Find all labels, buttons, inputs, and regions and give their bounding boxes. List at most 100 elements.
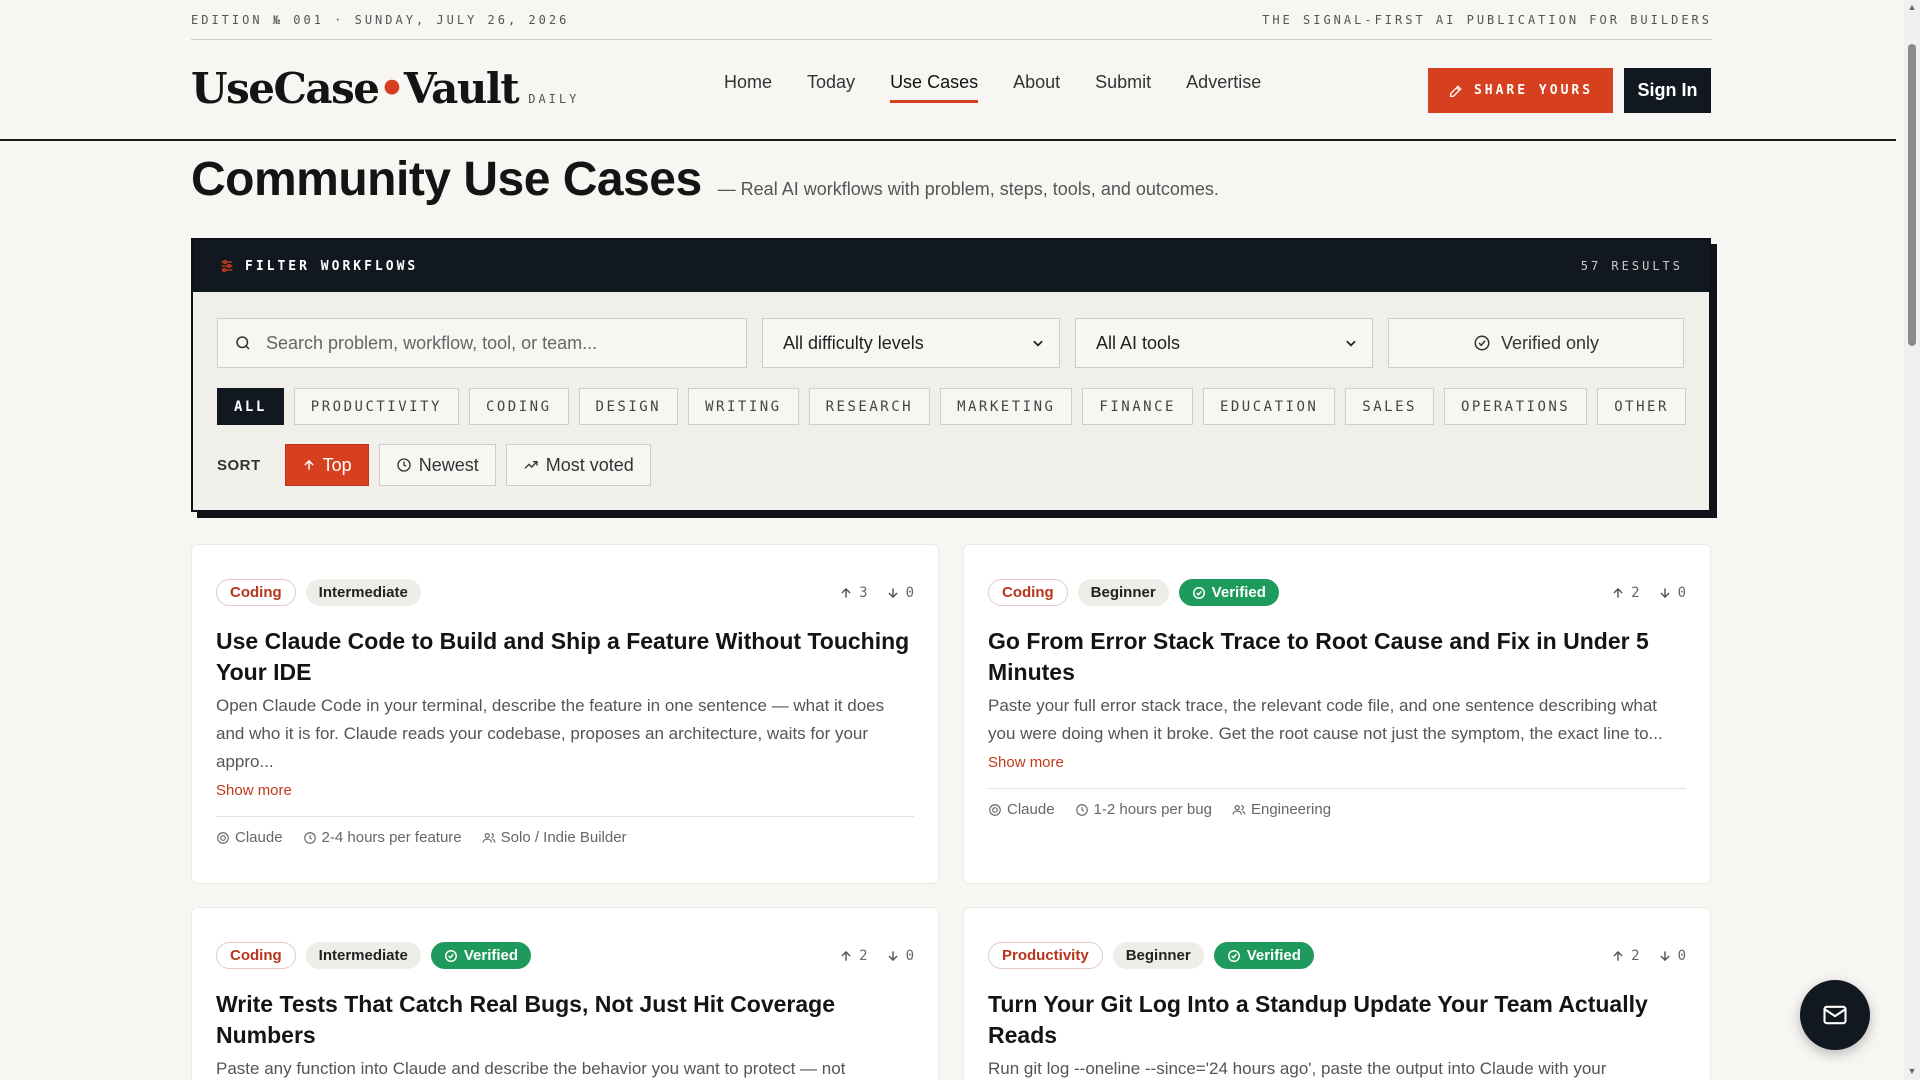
nav-use-cases[interactable]: Use Cases	[890, 72, 979, 103]
upvote-count: 3	[859, 584, 868, 601]
level-badge: Beginner	[1112, 942, 1204, 969]
sort-most-voted-label: Most voted	[545, 454, 634, 475]
chip-finance[interactable]: FINANCE	[1082, 388, 1193, 425]
nav-advertise[interactable]: Advertise	[1186, 72, 1261, 101]
scroll-up-arrow[interactable]: ▲	[1907, 2, 1917, 12]
scroll-down-arrow[interactable]: ▼	[1907, 1066, 1917, 1076]
upvote-button[interactable]: 2	[1611, 584, 1640, 601]
sort-top-label: Top	[322, 454, 352, 475]
chevron-down-icon	[1033, 340, 1043, 347]
filter-header: FILTER WORKFLOWS 57 RESULTS	[193, 240, 1709, 292]
category-badge[interactable]: Coding	[216, 942, 296, 969]
downvote-button[interactable]: 0	[1658, 948, 1686, 964]
chip-education[interactable]: EDUCATION	[1202, 388, 1336, 425]
use-case-card[interactable]: Coding Intermediate 3 0 Use Claude Code …	[191, 544, 939, 884]
upvote-button[interactable]: 2	[1611, 947, 1640, 964]
share-label: SHARE YOURS	[1473, 83, 1594, 98]
show-more-link[interactable]: Show more	[988, 754, 1064, 771]
downvote-count: 0	[1677, 584, 1686, 601]
card-title[interactable]: Turn Your Git Log Into a Standup Update …	[988, 989, 1686, 1051]
category-chips: ALL PRODUCTIVITY CODING DESIGN WRITING R…	[217, 388, 1686, 425]
card-description: Paste any function into Claude and descr…	[216, 1059, 846, 1078]
arrow-up-icon	[1613, 587, 1623, 598]
verified-text: Verified	[1246, 947, 1301, 964]
category-badge[interactable]: Coding	[216, 579, 296, 606]
level-badge: Intermediate	[305, 579, 421, 606]
upvote-button[interactable]: 3	[839, 584, 868, 601]
users-icon	[1232, 804, 1246, 815]
edition-date: EDITION № 001 · SUNDAY, JULY 26, 2026	[191, 12, 570, 27]
use-case-card[interactable]: Coding Beginner Verified 2 0 Go From Err…	[963, 544, 1711, 884]
tools-value: All AI tools	[1096, 332, 1181, 353]
search-icon	[236, 336, 250, 350]
page-heading: Community Use Cases — Real AI workflows …	[191, 152, 1219, 207]
card-title[interactable]: Write Tests That Catch Real Bugs, Not Ju…	[216, 989, 914, 1051]
chip-other[interactable]: OTHER	[1597, 388, 1686, 425]
chip-productivity[interactable]: PRODUCTIVITY	[293, 388, 459, 425]
downvote-button[interactable]: 0	[886, 948, 914, 964]
level-badge: Beginner	[1077, 579, 1169, 606]
logo-wordmark: UseCase•Vault	[191, 64, 520, 113]
card-time: 1-2 hours per bug	[1093, 801, 1212, 818]
sort-label: SORT	[217, 456, 261, 474]
sort-most-voted-button[interactable]: Most voted	[505, 444, 651, 486]
show-more-link[interactable]: Show more	[216, 782, 292, 799]
page-title: Community Use Cases	[191, 153, 702, 206]
tools-select[interactable]: All AI tools	[1075, 318, 1373, 368]
search-input[interactable]: Search problem, workflow, tool, or team.…	[217, 318, 747, 368]
arrow-up-icon	[841, 950, 851, 961]
nav-submit[interactable]: Submit	[1095, 72, 1151, 101]
verified-text: Verified	[1211, 584, 1266, 601]
chip-coding[interactable]: CODING	[468, 388, 569, 425]
downvote-button[interactable]: 0	[886, 585, 914, 601]
category-badge[interactable]: Productivity	[988, 942, 1103, 969]
chip-operations[interactable]: OPERATIONS	[1443, 388, 1588, 425]
use-case-card[interactable]: Productivity Beginner Verified 2 0 Turn …	[963, 907, 1711, 1080]
sliders-icon	[221, 260, 233, 272]
chip-research[interactable]: RESEARCH	[808, 388, 931, 425]
nav-about[interactable]: About	[1013, 72, 1060, 101]
pencil-icon	[1449, 84, 1462, 97]
chip-design[interactable]: DESIGN	[578, 388, 679, 425]
sort-newest-button[interactable]: Newest	[378, 444, 496, 486]
verified-only-toggle[interactable]: Verified only	[1388, 318, 1684, 368]
site-header: UseCase•Vault DAILY Home Today Use Cases…	[0, 40, 1896, 141]
filter-panel: FILTER WORKFLOWS 57 RESULTS Search probl…	[191, 238, 1711, 512]
tool-icon	[217, 831, 229, 844]
clock-icon	[1075, 803, 1088, 816]
upvote-count: 2	[859, 947, 868, 964]
arrow-up-icon	[841, 587, 851, 598]
difficulty-select[interactable]: All difficulty levels	[762, 318, 1060, 368]
tagline: THE SIGNAL-FIRST AI PUBLICATION FOR BUIL…	[1262, 12, 1712, 27]
category-badge[interactable]: Coding	[988, 579, 1068, 606]
logo-sub: DAILY	[528, 92, 580, 106]
downvote-count: 0	[905, 947, 914, 964]
contact-mail-button[interactable]	[1800, 980, 1870, 1050]
chip-writing[interactable]: WRITING	[688, 388, 799, 425]
check-circle-icon	[1474, 335, 1490, 351]
chip-marketing[interactable]: MARKETING	[940, 388, 1073, 425]
sign-in-button[interactable]: Sign In	[1624, 68, 1711, 113]
sort-top-button[interactable]: Top	[284, 444, 369, 486]
upvote-count: 2	[1631, 947, 1640, 964]
verified-badge: Verified	[1213, 942, 1314, 969]
logo[interactable]: UseCase•Vault DAILY	[191, 64, 579, 113]
card-title[interactable]: Use Claude Code to Build and Ship a Feat…	[216, 626, 914, 688]
arrow-down-icon	[887, 587, 898, 598]
downvote-button[interactable]: 0	[1658, 585, 1686, 601]
scrollbar-thumb[interactable]	[1908, 44, 1916, 346]
nav-home[interactable]: Home	[724, 72, 772, 101]
trending-up-icon	[524, 461, 538, 469]
upvote-count: 2	[1631, 584, 1640, 601]
nav-today[interactable]: Today	[807, 72, 855, 101]
verified-badge: Verified	[430, 942, 532, 969]
check-circle-icon	[1227, 949, 1240, 962]
chip-sales[interactable]: SALES	[1345, 388, 1434, 425]
card-title[interactable]: Go From Error Stack Trace to Root Cause …	[988, 626, 1686, 688]
chip-all[interactable]: ALL	[217, 388, 284, 425]
use-case-card[interactable]: Coding Intermediate Verified 2 0 Write T…	[191, 907, 939, 1080]
upvote-button[interactable]: 2	[839, 947, 868, 964]
verified-label: Verified only	[1500, 332, 1600, 353]
page-scrollbar[interactable]: ▲ ▼	[1904, 0, 1920, 1080]
share-yours-button[interactable]: SHARE YOURS	[1428, 68, 1613, 113]
